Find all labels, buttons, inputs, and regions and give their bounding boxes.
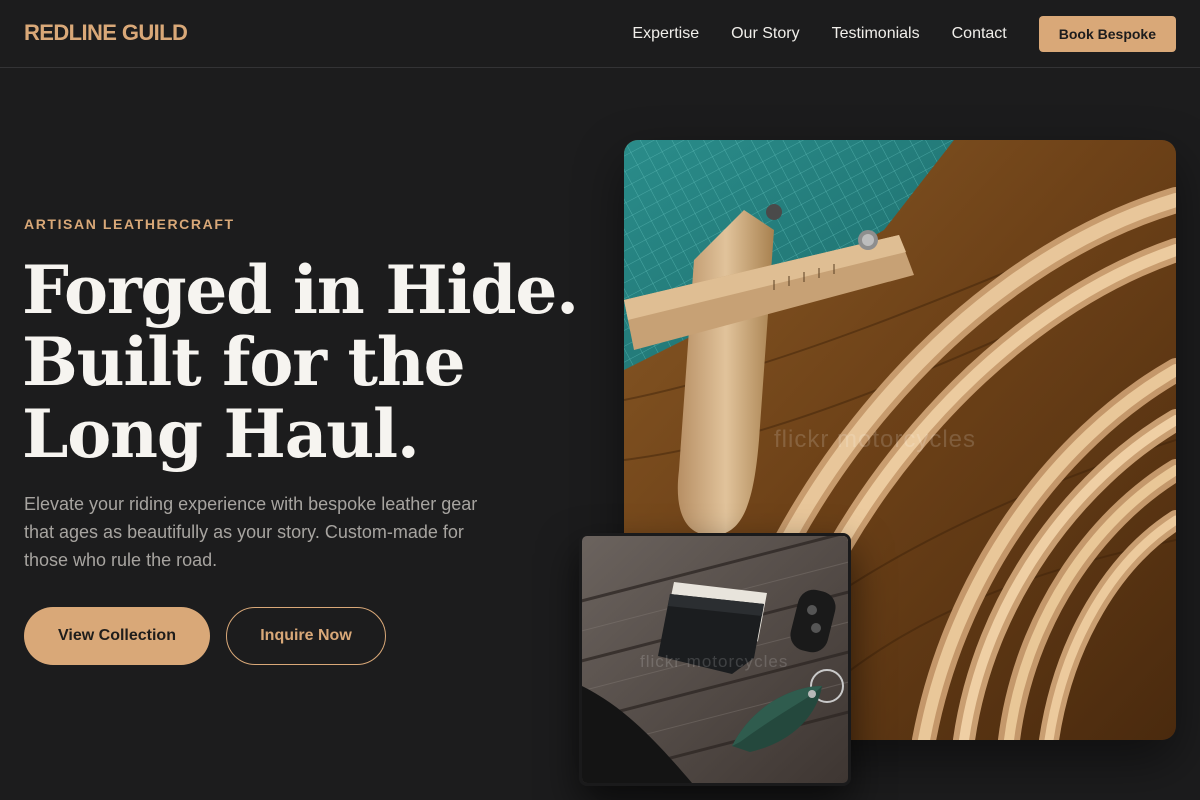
- hero-eyebrow: ARTISAN LEATHERCRAFT: [24, 216, 235, 232]
- hero-headline-line-3: Long Haul.: [22, 395, 420, 473]
- small-photo-watermark: flickr motorcycles: [640, 652, 789, 671]
- inquire-now-button[interactable]: Inquire Now: [226, 607, 386, 665]
- nav-link-our-story[interactable]: Our Story: [731, 25, 799, 43]
- nav-link-testimonials[interactable]: Testimonials: [832, 25, 920, 43]
- main-photo-watermark: flickr motorcycles: [774, 426, 977, 453]
- site-header: REDLINE GUILD Expertise Our Story Testim…: [0, 0, 1200, 68]
- view-collection-button[interactable]: View Collection: [24, 607, 210, 665]
- hero-description: Elevate your riding experience with besp…: [24, 494, 478, 570]
- main-nav: Expertise Our Story Testimonials Contact…: [632, 16, 1176, 52]
- hero-headline: Forged in Hide. Built for the Long Haul.: [22, 254, 582, 470]
- hero-headline-line-2: Built for the: [22, 323, 466, 401]
- brand-logo[interactable]: REDLINE GUILD: [24, 20, 188, 46]
- hero-headline-line-1: Forged in Hide.: [22, 251, 579, 329]
- nav-link-expertise[interactable]: Expertise: [632, 25, 699, 43]
- book-bespoke-button[interactable]: Book Bespoke: [1038, 16, 1176, 52]
- leather-wallet-photo: flickr motorcycles: [579, 533, 851, 786]
- nav-link-contact[interactable]: Contact: [952, 25, 1007, 43]
